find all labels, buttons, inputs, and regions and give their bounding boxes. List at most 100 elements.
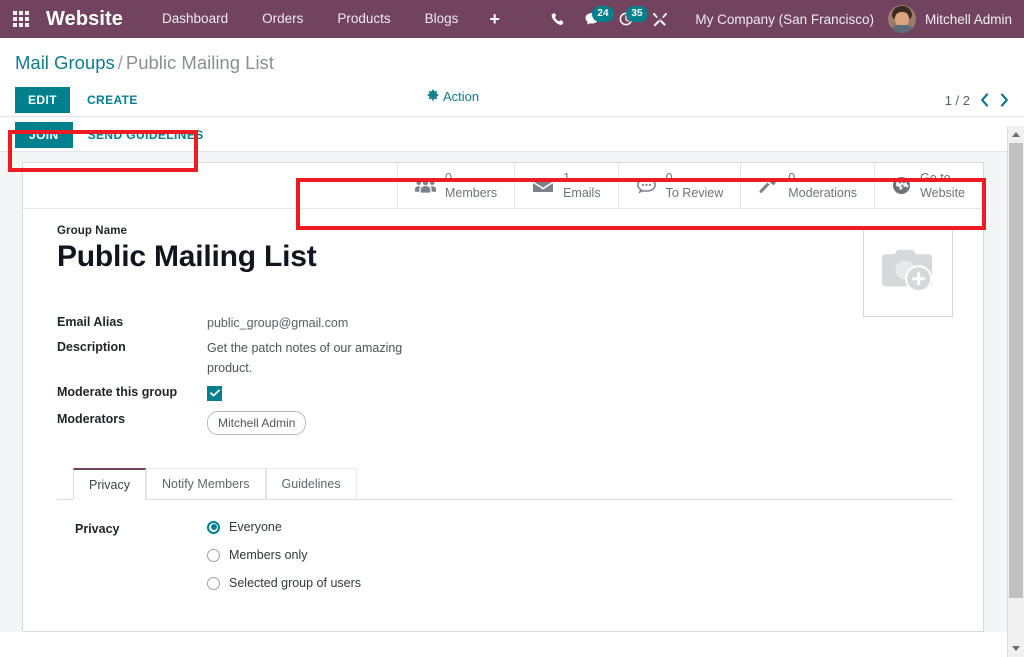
control-panel: EDIT CREATE Action 1 / 2 <box>0 74 1024 116</box>
app-brand-website[interactable]: Website <box>46 8 123 31</box>
stat-text: 0 Moderations <box>788 171 857 200</box>
field-row-email-alias: Email Alias public_group@gmail.com <box>57 314 953 333</box>
triangle-down-icon[interactable] <box>1008 640 1024 657</box>
description-label: Description <box>57 339 207 378</box>
systray: 24 35 My Company (San Francisco) Mitchel… <box>541 0 1024 38</box>
breadcrumb-parent-link[interactable]: Mail Groups <box>15 52 115 73</box>
edit-button[interactable]: EDIT <box>15 87 70 113</box>
moderators-label: Moderators <box>57 411 207 436</box>
stat-button-members[interactable]: 0 Members <box>397 163 514 208</box>
stat-button-moderations[interactable]: 0 Moderations <box>740 163 874 208</box>
stat-label-members: Members <box>445 186 497 200</box>
group-name-label: Group Name <box>57 225 953 237</box>
stat-buttons-row: 0 Members 1 Emails <box>23 163 983 209</box>
users-group-icon <box>415 178 436 194</box>
pager: 1 / 2 <box>945 92 1010 108</box>
gear-icon <box>427 89 439 104</box>
field-table: Email Alias public_group@gmail.com Descr… <box>57 314 953 435</box>
stat-text: 1 Emails <box>563 171 601 200</box>
chevron-right-icon[interactable] <box>999 92 1010 108</box>
stat-label-emails: Emails <box>563 186 601 200</box>
tab-guidelines[interactable]: Guidelines <box>266 468 357 500</box>
privacy-option-members-only[interactable]: Members only <box>207 548 361 562</box>
stat-label-to-review: To Review <box>666 186 724 200</box>
stat-button-emails[interactable]: 1 Emails <box>514 163 618 208</box>
breadcrumb-current: Public Mailing List <box>126 52 274 73</box>
stat-label-moderations: Moderations <box>788 186 857 200</box>
record-statusbar: JOIN SEND GUIDELINES <box>0 117 1024 152</box>
email-alias-value[interactable]: public_group@gmail.com <box>207 314 348 333</box>
breadcrumb-separator: / <box>118 52 123 73</box>
nav-item-dashboard[interactable]: Dashboard <box>145 0 245 38</box>
stat-button-to-review[interactable]: 0 To Review <box>618 163 741 208</box>
wrench-icon[interactable] <box>643 0 677 38</box>
privacy-option-selected-group-label: Selected group of users <box>229 576 361 590</box>
nav-item-orders[interactable]: Orders <box>245 0 320 38</box>
user-menu[interactable]: Mitchell Admin <box>888 5 1024 33</box>
join-button[interactable]: JOIN <box>15 122 73 148</box>
nav-item-products[interactable]: Products <box>320 0 407 38</box>
stat-value-moderations: 0 <box>788 171 857 185</box>
scrollbar-thumb[interactable] <box>1009 143 1023 598</box>
user-name-label: Mitchell Admin <box>925 12 1012 27</box>
nav-item-blogs[interactable]: Blogs <box>408 0 476 38</box>
stat-value-emails: 1 <box>563 171 601 185</box>
field-row-moderate: Moderate this group <box>57 384 953 403</box>
comment-dots-icon <box>636 177 657 194</box>
envelope-icon <box>532 178 554 194</box>
group-image-upload[interactable] <box>863 227 953 317</box>
vertical-scrollbar[interactable] <box>1007 126 1024 657</box>
stat-text: Go to Website <box>920 171 965 200</box>
privacy-radio-group: Everyone Members only Selected group of … <box>207 520 361 590</box>
pager-count: 1 / 2 <box>945 93 970 108</box>
field-row-moderators: Moderators Mitchell Admin <box>57 411 953 436</box>
stat-value-members: 0 <box>445 171 497 185</box>
stat-label-go-to-website-line2: Website <box>920 186 965 200</box>
privacy-option-everyone[interactable]: Everyone <box>207 520 361 534</box>
tab-notify-members[interactable]: Notify Members <box>146 468 266 500</box>
notebook-tabs: Privacy Notify Members Guidelines <box>57 467 953 500</box>
email-alias-label: Email Alias <box>57 314 207 333</box>
activities-counter[interactable]: 35 <box>609 0 643 38</box>
tab-panel-privacy: Privacy Everyone Members only Selected g… <box>57 500 953 590</box>
company-selector[interactable]: My Company (San Francisco) <box>677 12 888 27</box>
radio-members-only[interactable] <box>207 549 220 562</box>
tab-privacy[interactable]: Privacy <box>73 468 146 500</box>
privacy-option-members-only-label: Members only <box>229 548 308 562</box>
phone-icon[interactable] <box>541 0 575 38</box>
nav-add-button[interactable]: + <box>475 0 514 38</box>
send-guidelines-button[interactable]: SEND GUIDELINES <box>76 122 216 148</box>
moderate-checkbox[interactable] <box>207 386 222 401</box>
action-label: Action <box>443 89 479 104</box>
radio-everyone[interactable] <box>207 521 220 534</box>
privacy-field-label: Privacy <box>75 520 207 590</box>
privacy-option-everyone-label: Everyone <box>229 520 282 534</box>
create-button[interactable]: CREATE <box>75 87 150 113</box>
camera-add-icon <box>878 244 938 301</box>
form-sheet: 0 Members 1 Emails <box>22 162 984 632</box>
stat-label-go-to-website-line1: Go to <box>920 171 965 185</box>
stat-button-go-to-website[interactable]: Go to Website <box>874 163 982 208</box>
action-menu-button[interactable]: Action <box>427 89 479 104</box>
field-row-description: Description Get the patch notes of our a… <box>57 339 953 378</box>
form-body: Group Name Public Mailing List Email Ali… <box>23 209 983 590</box>
moderate-this-group-label: Moderate this group <box>57 384 207 403</box>
stat-text: 0 Members <box>445 171 497 200</box>
stat-text: 0 To Review <box>666 171 724 200</box>
sheet-background: 0 Members 1 Emails <box>0 152 1024 632</box>
messages-counter[interactable]: 24 <box>575 0 609 38</box>
privacy-option-selected-group[interactable]: Selected group of users <box>207 576 361 590</box>
description-value: Get the patch notes of our amazing produ… <box>207 339 422 378</box>
apps-grid-icon[interactable] <box>8 0 34 38</box>
chevron-left-icon[interactable] <box>979 92 990 108</box>
avatar <box>888 5 916 33</box>
triangle-up-icon[interactable] <box>1008 126 1024 143</box>
moderate-this-group-value <box>207 384 222 403</box>
group-name-value: Public Mailing List <box>57 240 953 274</box>
statusbar-wrap: JOIN SEND GUIDELINES <box>0 116 1024 152</box>
top-navbar: Website Dashboard Orders Products Blogs … <box>0 0 1024 38</box>
moderator-tag[interactable]: Mitchell Admin <box>207 411 306 436</box>
radio-selected-group[interactable] <box>207 577 220 590</box>
globe-icon <box>892 176 911 195</box>
stat-value-to-review: 0 <box>666 171 724 185</box>
